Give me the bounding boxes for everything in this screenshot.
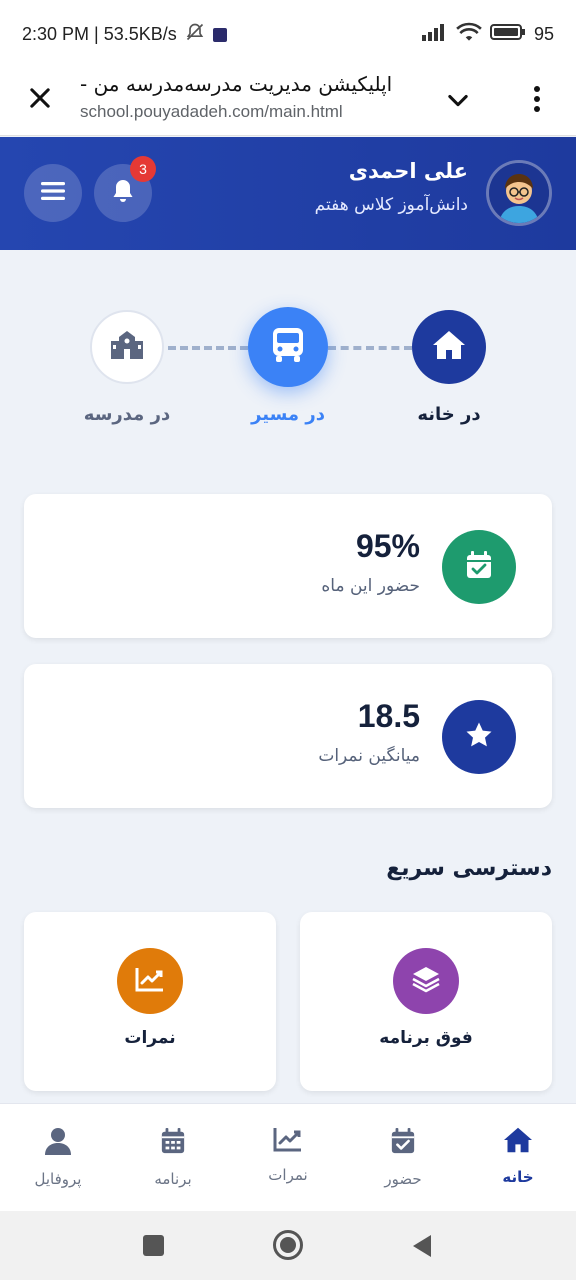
menu-icon bbox=[41, 181, 65, 205]
notifications-button[interactable]: 3 bbox=[94, 156, 156, 222]
notification-badge: 3 bbox=[130, 156, 156, 182]
more-vert-icon[interactable] bbox=[530, 84, 544, 118]
attendance-card[interactable]: 95% حضور این ماه bbox=[24, 494, 552, 638]
close-icon[interactable] bbox=[26, 84, 54, 116]
nav-label-schedule: برنامه bbox=[154, 1170, 192, 1188]
calendar-check-icon bbox=[390, 1126, 416, 1160]
system-navigation-bar bbox=[0, 1211, 576, 1280]
avatar[interactable] bbox=[486, 160, 552, 226]
calendar-icon bbox=[160, 1126, 186, 1160]
tracker-step-home[interactable] bbox=[412, 310, 486, 384]
grade-average-card[interactable]: 18.5 میانگین نمرات bbox=[24, 664, 552, 808]
status-time-speed: 2:30 PM | 53.5KB/s bbox=[22, 24, 177, 44]
app-header: 3 علی احمدی دانش‌آموز کلاس هفتم bbox=[0, 137, 576, 250]
chevron-down-icon[interactable] bbox=[444, 86, 472, 118]
nav-item-schedule[interactable]: برنامه bbox=[123, 1104, 223, 1212]
grades-label: نمرات bbox=[124, 1028, 176, 1048]
signal-icon bbox=[421, 23, 448, 46]
battery-percent: 95 bbox=[533, 24, 554, 44]
nav-item-grades[interactable]: نمرات bbox=[238, 1104, 338, 1212]
bus-icon bbox=[271, 326, 305, 368]
nav-item-attendance[interactable]: حضور bbox=[353, 1104, 453, 1212]
wifi-icon bbox=[456, 22, 482, 47]
attendance-value: 95% bbox=[355, 528, 420, 564]
home-dot-icon bbox=[280, 1237, 296, 1253]
chart-line-icon bbox=[135, 966, 165, 996]
nav-label-attendance: حضور bbox=[384, 1170, 422, 1188]
menu-button[interactable] bbox=[24, 164, 82, 222]
grade-average-label: میانگین نمرات bbox=[318, 746, 420, 766]
tracker-label-home: در خانه bbox=[417, 404, 481, 425]
extracurricular-label: فوق برنامه bbox=[379, 1028, 473, 1048]
battery-icon bbox=[489, 23, 526, 46]
chart-line-icon bbox=[273, 1126, 303, 1156]
app-notification-icon bbox=[212, 27, 227, 42]
nav-item-profile[interactable]: پروفایل bbox=[8, 1104, 108, 1212]
tracker-label-school: در مدرسه bbox=[83, 404, 171, 425]
quick-access-grades[interactable]: نمرات bbox=[24, 912, 276, 1091]
grades-icon-circle bbox=[117, 948, 183, 1014]
home-icon bbox=[502, 1126, 534, 1158]
nav-label-profile: پروفایل bbox=[34, 1170, 82, 1188]
tracker-connector-right bbox=[328, 346, 412, 350]
back-button[interactable] bbox=[411, 1233, 433, 1263]
bottom-navigation: خانه حضور نمرات برنامه پروفایل bbox=[0, 1103, 576, 1211]
status-bar: 2:30 PM | 53.5KB/s 95 bbox=[0, 0, 576, 68]
page-title: اپلیکیشن مدیریت مدرسه‌مدرسه من - bbox=[80, 72, 393, 96]
user-role: دانش‌آموز کلاس هفتم bbox=[314, 195, 468, 215]
school-icon bbox=[107, 329, 147, 365]
tracker-label-route: در مسیر bbox=[251, 404, 325, 425]
grade-average-value: 18.5 bbox=[357, 698, 420, 734]
bell-icon bbox=[111, 178, 135, 208]
tracker-connector-left bbox=[168, 346, 248, 350]
user-name: علی احمدی bbox=[348, 159, 468, 183]
attendance-label: حضور این ماه bbox=[321, 576, 420, 596]
browser-toolbar: اپلیکیشن مدیریت مدرسه‌مدرسه من - school.… bbox=[0, 68, 576, 136]
recents-button[interactable] bbox=[143, 1235, 164, 1256]
calendar-check-icon bbox=[465, 550, 493, 584]
status-right: 95 bbox=[421, 22, 554, 47]
nav-label-home: خانه bbox=[502, 1168, 534, 1186]
status-left: 2:30 PM | 53.5KB/s bbox=[22, 22, 227, 47]
tracker-step-school[interactable] bbox=[90, 310, 164, 384]
nav-item-home[interactable]: خانه bbox=[468, 1104, 568, 1212]
nav-label-grades: نمرات bbox=[268, 1166, 308, 1184]
home-icon bbox=[431, 329, 467, 365]
quick-access-title: دسترسی سریع bbox=[386, 856, 552, 881]
grade-icon-circle bbox=[442, 700, 516, 774]
star-icon bbox=[464, 720, 494, 754]
layers-icon bbox=[411, 965, 441, 997]
page-url[interactable]: school.pouyadadeh.com/main.html bbox=[80, 102, 343, 122]
tracker-step-route[interactable] bbox=[248, 307, 328, 387]
extracurricular-icon-circle bbox=[393, 948, 459, 1014]
user-icon bbox=[44, 1126, 72, 1160]
mute-bell-icon bbox=[185, 22, 205, 47]
home-system-button[interactable] bbox=[273, 1230, 303, 1260]
attendance-icon-circle bbox=[442, 530, 516, 604]
quick-access-extracurricular[interactable]: فوق برنامه bbox=[300, 912, 552, 1091]
